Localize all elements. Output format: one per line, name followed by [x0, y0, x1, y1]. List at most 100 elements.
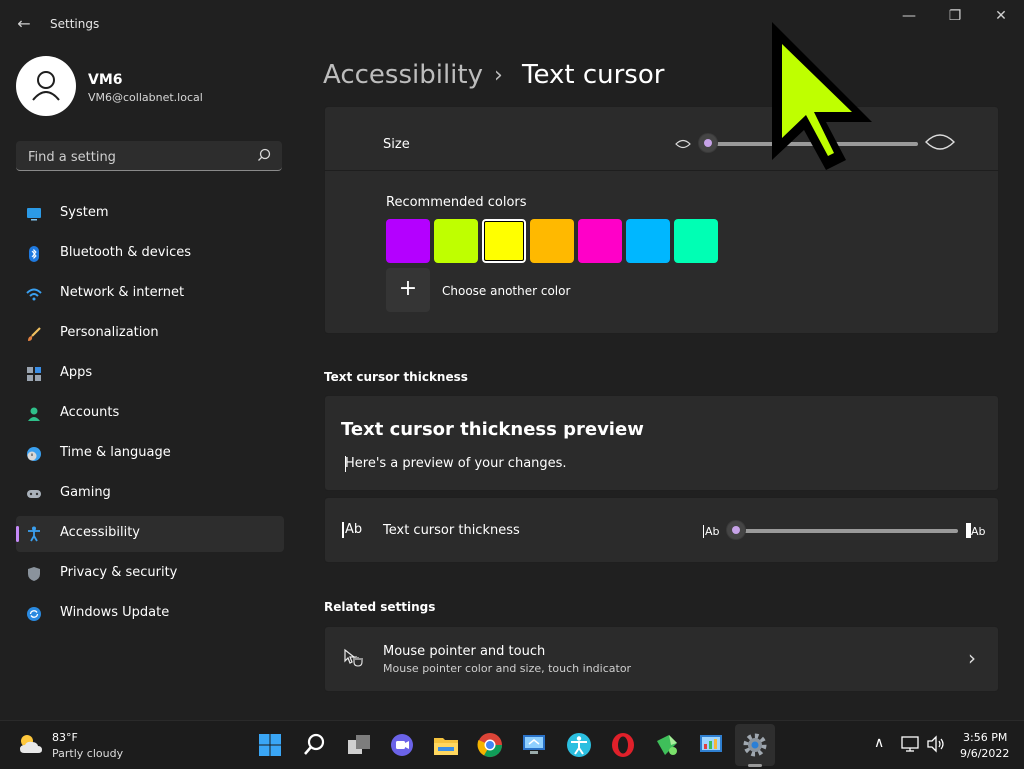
color-swatch[interactable]: [386, 219, 430, 263]
weather-desc[interactable]: Partly cloudy: [52, 747, 123, 760]
settings-icon[interactable]: [741, 731, 769, 759]
sidebar-item-label: Network & internet: [60, 285, 185, 300]
thickness-preview-card: [324, 395, 999, 491]
shield-icon: [28, 567, 40, 581]
thickness-icon-bar: [342, 522, 344, 538]
search-input[interactable]: [26, 146, 250, 168]
sticky-app-icon[interactable]: [653, 731, 681, 759]
sidebar-item-label: Windows Update: [60, 605, 170, 620]
sidebar-item-personalization[interactable]: Personalization: [16, 316, 284, 352]
person-icon: [28, 407, 40, 421]
opera-icon[interactable]: [609, 731, 637, 759]
thickness-min-label: Ab: [705, 525, 720, 538]
color-swatch[interactable]: [626, 219, 670, 263]
update-icon: [27, 607, 41, 621]
search-box[interactable]: [16, 141, 282, 171]
related-item-title: Mouse pointer and touch: [383, 644, 546, 659]
control-panel-icon[interactable]: [697, 731, 725, 759]
clock-date[interactable]: 9/6/2022: [960, 747, 1009, 760]
color-swatch[interactable]: [674, 219, 718, 263]
search-icon[interactable]: [301, 731, 329, 759]
sidebar-item-label: Time & language: [60, 445, 171, 460]
choose-color-label[interactable]: Choose another color: [442, 284, 570, 298]
cursor-indicator-icon: [772, 22, 872, 170]
window-title: Settings: [50, 17, 100, 31]
volume-icon[interactable]: [926, 735, 946, 753]
thickness-label: Text cursor thickness: [383, 523, 520, 538]
sidebar-item-bluetooth[interactable]: Bluetooth & devices: [16, 236, 284, 272]
active-indicator: [16, 526, 19, 542]
wifi-icon: [26, 288, 42, 301]
chevron-right-icon: ›: [968, 646, 976, 670]
maximize-button[interactable]: ❐: [932, 0, 978, 32]
minimize-button[interactable]: —: [886, 0, 932, 32]
clock-time[interactable]: 3:56 PM: [963, 731, 1007, 744]
sidebar-item-label: Personalization: [60, 325, 159, 340]
close-button[interactable]: ✕: [978, 0, 1024, 32]
monitor-icon: [27, 208, 41, 221]
thickness-slider-track[interactable]: [736, 529, 958, 533]
user-email: VM6@collabnet.local: [88, 91, 203, 104]
accessibility-app-icon[interactable]: [565, 731, 593, 759]
back-button[interactable]: ←: [10, 10, 38, 38]
sidebar-item-windows-update[interactable]: Windows Update: [16, 596, 284, 632]
thickness-slider-thumb[interactable]: [727, 521, 745, 539]
large-drop-icon: [925, 134, 955, 150]
section-title-related: Related settings: [324, 600, 436, 614]
preview-text: Here's a preview of your changes.: [345, 456, 567, 471]
small-drop-icon: [675, 139, 691, 149]
breadcrumb-parent[interactable]: Accessibility: [323, 60, 483, 90]
chrome-icon[interactable]: [476, 731, 504, 759]
sidebar-item-apps[interactable]: Apps: [16, 356, 284, 392]
color-swatch[interactable]: [482, 219, 526, 263]
sidebar-item-time-language[interactable]: Time & language: [16, 436, 284, 472]
color-swatch[interactable]: [578, 219, 622, 263]
remote-desktop-icon[interactable]: [520, 731, 548, 759]
sidebar-item-network[interactable]: Network & internet: [16, 276, 284, 312]
avatar[interactable]: [16, 56, 76, 116]
sidebar-item-privacy[interactable]: Privacy & security: [16, 556, 284, 592]
touch-hand-icon: [344, 648, 363, 667]
sidebar-item-label: System: [60, 205, 109, 220]
breadcrumb-separator: ›: [494, 63, 503, 88]
thickness-max-label: Ab: [971, 525, 986, 538]
weather-temp[interactable]: 83°F: [52, 731, 78, 744]
clock-globe-icon: [27, 447, 41, 461]
bluetooth-icon: [29, 246, 39, 262]
gamepad-icon: [27, 490, 41, 498]
brush-icon: [28, 327, 41, 341]
size-label: Size: [383, 137, 410, 152]
taskbar: 83°F Partly cloudy ∧ 3:56 PM 9/6/2022: [0, 720, 1024, 769]
sidebar-item-label: Bluetooth & devices: [60, 245, 191, 260]
person-icon: [32, 71, 60, 101]
file-explorer-icon[interactable]: [432, 731, 460, 759]
choose-color-button[interactable]: +: [386, 268, 430, 312]
start-icon[interactable]: [256, 731, 284, 759]
sidebar-item-gaming[interactable]: Gaming: [16, 476, 284, 512]
sidebar-item-label: Apps: [60, 365, 93, 380]
active-app-indicator: [748, 764, 762, 767]
color-swatch[interactable]: [434, 219, 478, 263]
task-view-icon[interactable]: [345, 731, 373, 759]
section-title-thickness: Text cursor thickness: [324, 370, 468, 384]
chat-icon[interactable]: [388, 731, 416, 759]
user-name: VM6: [88, 72, 123, 88]
page-title: Text cursor: [522, 60, 665, 90]
sidebar-item-system[interactable]: System: [16, 196, 284, 232]
search-icon[interactable]: [256, 147, 272, 163]
sidebar-item-label: Accounts: [60, 405, 120, 420]
apps-icon: [27, 367, 41, 381]
mouse-pointer-touch-item[interactable]: [324, 626, 999, 692]
network-icon[interactable]: [900, 735, 920, 753]
sidebar-item-label: Accessibility: [60, 525, 140, 540]
color-swatch[interactable]: [530, 219, 574, 263]
sidebar-item-accounts[interactable]: Accounts: [16, 396, 284, 432]
size-slider-thumb[interactable]: [699, 134, 717, 152]
preview-title: Text cursor thickness preview: [341, 419, 644, 440]
sidebar-item-accessibility[interactable]: Accessibility: [16, 516, 284, 552]
sidebar-item-label: Gaming: [60, 485, 111, 500]
partly-cloudy-icon[interactable]: [18, 733, 44, 755]
show-hidden-icons-button[interactable]: ∧: [874, 735, 884, 751]
divider: [324, 170, 999, 171]
recommended-colors-label: Recommended colors: [386, 195, 527, 210]
